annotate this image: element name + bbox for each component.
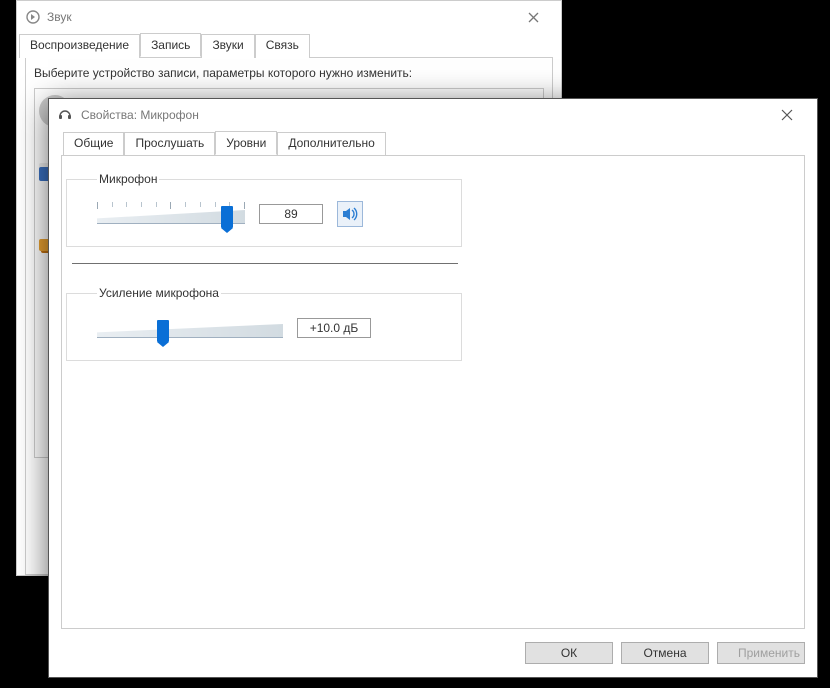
- headset-icon: [57, 107, 73, 123]
- recording-instruction: Выберите устройство записи, параметры ко…: [34, 66, 544, 80]
- tab-communications[interactable]: Связь: [255, 34, 310, 58]
- tab-sounds[interactable]: Звуки: [201, 34, 254, 58]
- slider-thumb[interactable]: [221, 206, 233, 228]
- mic-boost-group: Усиление микрофона +10.0 дБ: [66, 286, 462, 361]
- mic-window-title: Свойства: Микрофон: [81, 108, 199, 122]
- sound-window-titlebar[interactable]: Звук: [17, 1, 561, 33]
- apply-button[interactable]: Применить: [717, 642, 805, 664]
- mic-boost-slider[interactable]: [97, 314, 283, 342]
- ok-button[interactable]: ОК: [525, 642, 613, 664]
- cancel-button[interactable]: Отмена: [621, 642, 709, 664]
- close-button[interactable]: [513, 1, 553, 33]
- microphone-value: 89: [259, 204, 323, 224]
- mic-tabs: Общие Прослушать Уровни Дополнительно: [49, 131, 817, 155]
- separator: [72, 263, 458, 264]
- close-button[interactable]: [765, 99, 809, 131]
- microphone-volume-slider[interactable]: [97, 200, 245, 228]
- slider-thumb[interactable]: [157, 320, 169, 342]
- tab-advanced[interactable]: Дополнительно: [277, 132, 385, 156]
- mute-button[interactable]: [337, 201, 363, 227]
- close-icon: [528, 12, 539, 23]
- speaker-icon: [341, 205, 359, 223]
- close-icon: [781, 109, 793, 121]
- tab-playback[interactable]: Воспроизведение: [19, 34, 140, 58]
- levels-tab-body: Микрофон 89: [61, 155, 805, 629]
- mic-boost-group-label: Усиление микрофона: [97, 286, 221, 300]
- mic-window-footer: ОК Отмена Применить: [49, 629, 817, 677]
- slider-wedge: [97, 324, 283, 338]
- microphone-group: Микрофон 89: [66, 172, 462, 247]
- tab-levels[interactable]: Уровни: [215, 131, 277, 155]
- microphone-group-label: Микрофон: [97, 172, 159, 186]
- tab-recording[interactable]: Запись: [140, 33, 201, 57]
- tab-listen[interactable]: Прослушать: [124, 132, 215, 156]
- mic-window-titlebar[interactable]: Свойства: Микрофон: [49, 99, 817, 131]
- mic-properties-window: Свойства: Микрофон Общие Прослушать Уров…: [48, 98, 818, 678]
- sound-icon: [25, 9, 41, 25]
- tab-general[interactable]: Общие: [63, 132, 124, 156]
- sound-window-title: Звук: [47, 10, 72, 24]
- mic-boost-value: +10.0 дБ: [297, 318, 371, 338]
- sound-tabs: Воспроизведение Запись Звуки Связь: [17, 33, 561, 57]
